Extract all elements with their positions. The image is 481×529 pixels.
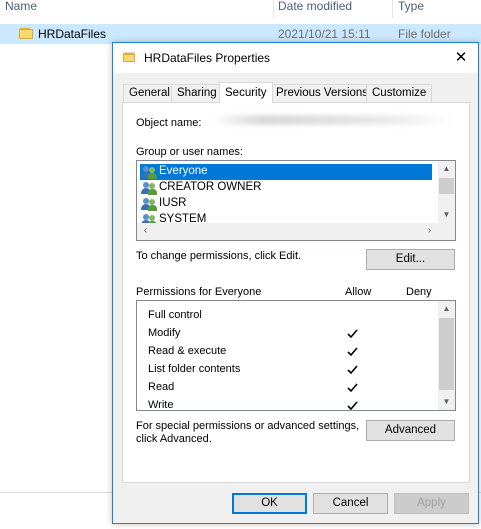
allow-check-icon <box>347 329 358 339</box>
object-name-value-redacted <box>213 115 453 125</box>
allow-column-header: Allow <box>345 286 372 298</box>
scrollbar-corner <box>438 223 455 240</box>
permission-name: Read <box>148 381 175 393</box>
permission-row-modify: Modify <box>137 325 439 343</box>
allow-check-icon <box>347 347 358 357</box>
column-name[interactable]: Name <box>5 0 37 16</box>
permissions-vertical-scrollbar[interactable]: ▲ ▼ <box>438 301 455 410</box>
tab-sharing[interactable]: Sharing <box>171 84 223 102</box>
advanced-hint-line2: click Advanced. <box>136 433 212 445</box>
explorer-column-header: Name Date modified Type <box>0 0 481 18</box>
scroll-thumb[interactable] <box>439 318 454 390</box>
permission-name: List folder contents <box>148 363 241 375</box>
cancel-button[interactable]: Cancel <box>313 493 388 514</box>
folder-icon <box>123 52 135 62</box>
properties-dialog: HRDataFiles Properties ✕ General Sharing… <box>112 42 479 524</box>
scroll-right-icon[interactable]: › <box>421 223 438 240</box>
ok-button[interactable]: OK <box>232 493 307 514</box>
allow-check-icon <box>347 383 358 393</box>
user-group-icon <box>141 197 157 211</box>
column-type[interactable]: Type <box>398 0 424 16</box>
file-type: File folder <box>398 27 451 41</box>
scroll-up-icon[interactable]: ▲ <box>438 161 455 177</box>
close-icon[interactable]: ✕ <box>444 43 478 73</box>
tab-previous-versions[interactable]: Previous Versions <box>270 84 375 102</box>
dialog-titlebar[interactable]: HRDataFiles Properties ✕ <box>113 43 478 73</box>
scroll-up-icon[interactable]: ▲ <box>438 301 455 317</box>
list-item-label: Everyone <box>159 165 208 177</box>
permission-name: Full control <box>148 309 202 321</box>
scroll-left-icon[interactable]: ‹ <box>137 223 154 240</box>
tab-security[interactable]: Security <box>219 82 273 103</box>
scroll-thumb[interactable] <box>439 178 454 194</box>
dialog-title: HRDataFiles Properties <box>144 51 271 65</box>
folder-icon <box>19 27 33 39</box>
user-group-icon <box>141 165 157 179</box>
column-separator[interactable] <box>273 0 274 18</box>
allow-check-icon <box>347 401 358 410</box>
list-item-label: CREATOR OWNER <box>159 181 262 193</box>
edit-button[interactable]: Edit... <box>366 249 455 270</box>
permission-row-full-control: Full control <box>137 307 439 325</box>
tab-general[interactable]: General <box>123 84 176 102</box>
user-group-icon <box>141 181 157 195</box>
permission-name: Write <box>148 399 174 411</box>
allow-check-icon <box>347 365 358 375</box>
permissions-list[interactable]: Full control Modify Read & execute List … <box>136 300 456 411</box>
tab-customize[interactable]: Customize <box>366 84 433 102</box>
permission-row-read: Read <box>137 379 439 397</box>
file-row[interactable]: HRDataFiles 2021/10/21 15:11 File folder <box>0 24 481 44</box>
scroll-down-icon[interactable]: ▼ <box>438 394 455 410</box>
group-or-user-names-label: Group or user names: <box>136 146 243 158</box>
permission-row-list-folder-contents: List folder contents <box>137 361 439 379</box>
object-name-label: Object name: <box>136 117 202 129</box>
change-permissions-hint: To change permissions, click Edit. <box>136 250 302 262</box>
deny-column-header: Deny <box>406 286 432 298</box>
permission-name: Modify <box>148 327 181 339</box>
file-date: 2021/10/21 15:11 <box>278 27 371 41</box>
permission-name: Read & execute <box>148 345 227 357</box>
advanced-button[interactable]: Advanced <box>366 420 455 441</box>
apply-button[interactable]: Apply <box>394 493 469 514</box>
permission-row-write: Write <box>137 397 439 411</box>
column-date-modified[interactable]: Date modified <box>278 0 352 16</box>
column-separator[interactable] <box>392 0 393 18</box>
file-name: HRDataFiles <box>38 27 107 41</box>
listbox-horizontal-scrollbar[interactable]: ‹ › <box>137 223 438 240</box>
security-panel: Object name: Group or user names: Everyo… <box>122 102 470 483</box>
advanced-hint-line1: For special permissions or advanced sett… <box>136 420 360 432</box>
permissions-for-label: Permissions for Everyone <box>136 286 262 298</box>
scroll-down-icon[interactable]: ▼ <box>438 207 455 223</box>
permission-row-read-execute: Read & execute <box>137 343 439 361</box>
group-user-listbox[interactable]: Everyone CREATOR OWNER IUSR SYSTEM ▲ ▼ ‹ <box>136 160 456 241</box>
list-item-label: IUSR <box>159 197 187 209</box>
list-item-everyone[interactable]: Everyone <box>140 164 432 180</box>
